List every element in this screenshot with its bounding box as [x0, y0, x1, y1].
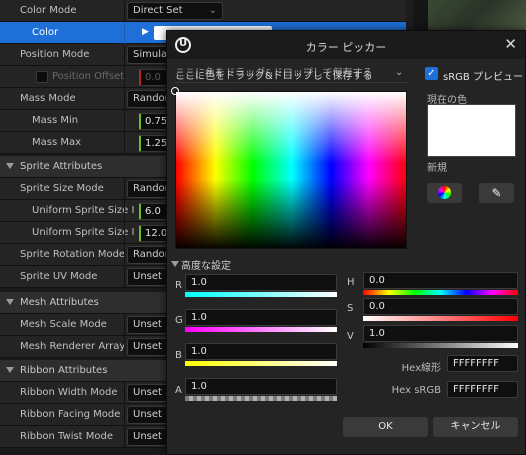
hex-srgb-field[interactable]: FFFFFFFF [447, 381, 518, 398]
srgb-preview-checkbox[interactable]: ✓ [425, 67, 438, 80]
property-label: Position Offset [52, 71, 125, 82]
collapse-arrow-icon [6, 367, 14, 373]
dialog-titlebar[interactable]: U カラー ピッカー ✕ [167, 31, 525, 59]
color-wheel[interactable] [175, 91, 407, 249]
color-mode-dropdown[interactable]: Direct Set ⌄ [127, 2, 223, 20]
new-color-label: 新規 [427, 163, 447, 174]
color-preview-swatch [427, 104, 516, 157]
eyedropper-icon: ✎ [491, 186, 502, 200]
channel-g-field[interactable]: 1.0 [185, 309, 337, 326]
section-label: Ribbon Attributes [20, 365, 108, 376]
section-label: Mesh Attributes [20, 297, 99, 308]
srgb-preview-label: sRGB プレビュー [443, 72, 523, 83]
dropdown-value: Direct Set [133, 5, 183, 16]
property-label: Uniform Sprite Size I [32, 227, 135, 238]
property-label: Ribbon Facing Mode [20, 409, 121, 420]
viewport-preview [428, 0, 526, 30]
dialog-title: カラー ピッカー [305, 41, 387, 54]
check-icon: ✓ [427, 68, 436, 79]
channel-v-label: V [347, 331, 354, 342]
channel-r-slider[interactable] [185, 292, 337, 297]
channel-h-slider[interactable] [363, 290, 518, 295]
property-label: Mesh Scale Mode [20, 319, 107, 330]
property-label: Position Mode [20, 49, 90, 60]
wheel-selector-marker[interactable] [171, 87, 179, 95]
channel-s-field[interactable]: 0.0 [363, 298, 518, 315]
channel-v-slider[interactable] [363, 343, 518, 348]
property-row-color-mode: Color Mode Direct Set ⌄ [0, 0, 414, 22]
property-label: Sprite Size Mode [20, 183, 104, 194]
channel-s-label: S [347, 303, 354, 314]
channel-a-label: A [175, 385, 182, 396]
property-label: Mass Min [32, 115, 79, 126]
hex-linear-label: Hex線形 [401, 363, 441, 374]
property-label: Mass Mode [20, 93, 76, 104]
property-label: Ribbon Twist Mode [20, 431, 114, 442]
channel-h-field[interactable]: 0.0 [363, 272, 518, 289]
drop-hint-label: ここに色をドラッグ&ドロップして保存する [175, 71, 373, 82]
collapse-arrow-icon [6, 163, 14, 169]
property-label: Color [32, 27, 59, 38]
close-icon[interactable]: ✕ [504, 35, 517, 53]
ok-button[interactable]: OK [343, 417, 428, 437]
cancel-button[interactable]: キャンセル [433, 417, 518, 437]
color-wheel-mode-button[interactable] [427, 183, 462, 203]
color-wheel-icon [438, 186, 451, 199]
property-label: Sprite Rotation Mode [20, 249, 126, 260]
channel-a-field[interactable]: 1.0 [185, 378, 337, 395]
eyedropper-button[interactable]: ✎ [479, 183, 514, 203]
channel-b-label: B [175, 350, 182, 361]
color-picker-dialog: U カラー ピッカー ✕ ここに色をドラッグ&ドロップして保存する ここに色をド… [166, 30, 526, 455]
section-label: Sprite Attributes [20, 161, 103, 172]
property-label: Mass Max [32, 137, 82, 148]
channel-g-slider[interactable] [185, 327, 337, 332]
property-label: Ribbon Width Mode [20, 387, 118, 398]
hex-srgb-label: Hex sRGB [391, 385, 441, 396]
property-label: Sprite UV Mode [20, 271, 98, 282]
color-theme-drop-area[interactable]: ここに色をドラッグ&ドロップして保存する [175, 67, 407, 83]
chevron-down-icon[interactable]: ⌄ [395, 67, 403, 78]
chevron-down-icon: ⌄ [208, 5, 217, 16]
property-label: Color Mode [20, 5, 77, 16]
advanced-settings-label[interactable]: 高度な設定 [181, 257, 231, 272]
channel-g-label: G [175, 315, 183, 326]
position-offset-checkbox[interactable] [36, 71, 48, 83]
channel-r-label: R [175, 280, 182, 291]
channel-b-field[interactable]: 1.0 [185, 343, 337, 360]
channel-s-slider[interactable] [363, 316, 518, 321]
property-label: Uniform Sprite Size I [32, 205, 135, 216]
expand-arrow-icon[interactable]: ▶ [142, 27, 149, 37]
collapse-arrow-icon[interactable] [171, 261, 179, 267]
channel-b-slider[interactable] [185, 361, 337, 366]
hex-linear-field[interactable]: FFFFFFFF [447, 355, 518, 372]
channel-r-field[interactable]: 1.0 [185, 274, 337, 291]
channel-a-slider[interactable] [185, 396, 337, 401]
collapse-arrow-icon [6, 299, 14, 305]
channel-h-label: H [347, 277, 355, 288]
channel-v-field[interactable]: 1.0 [363, 325, 518, 342]
property-label: Mesh Renderer Array Vi [20, 341, 138, 352]
